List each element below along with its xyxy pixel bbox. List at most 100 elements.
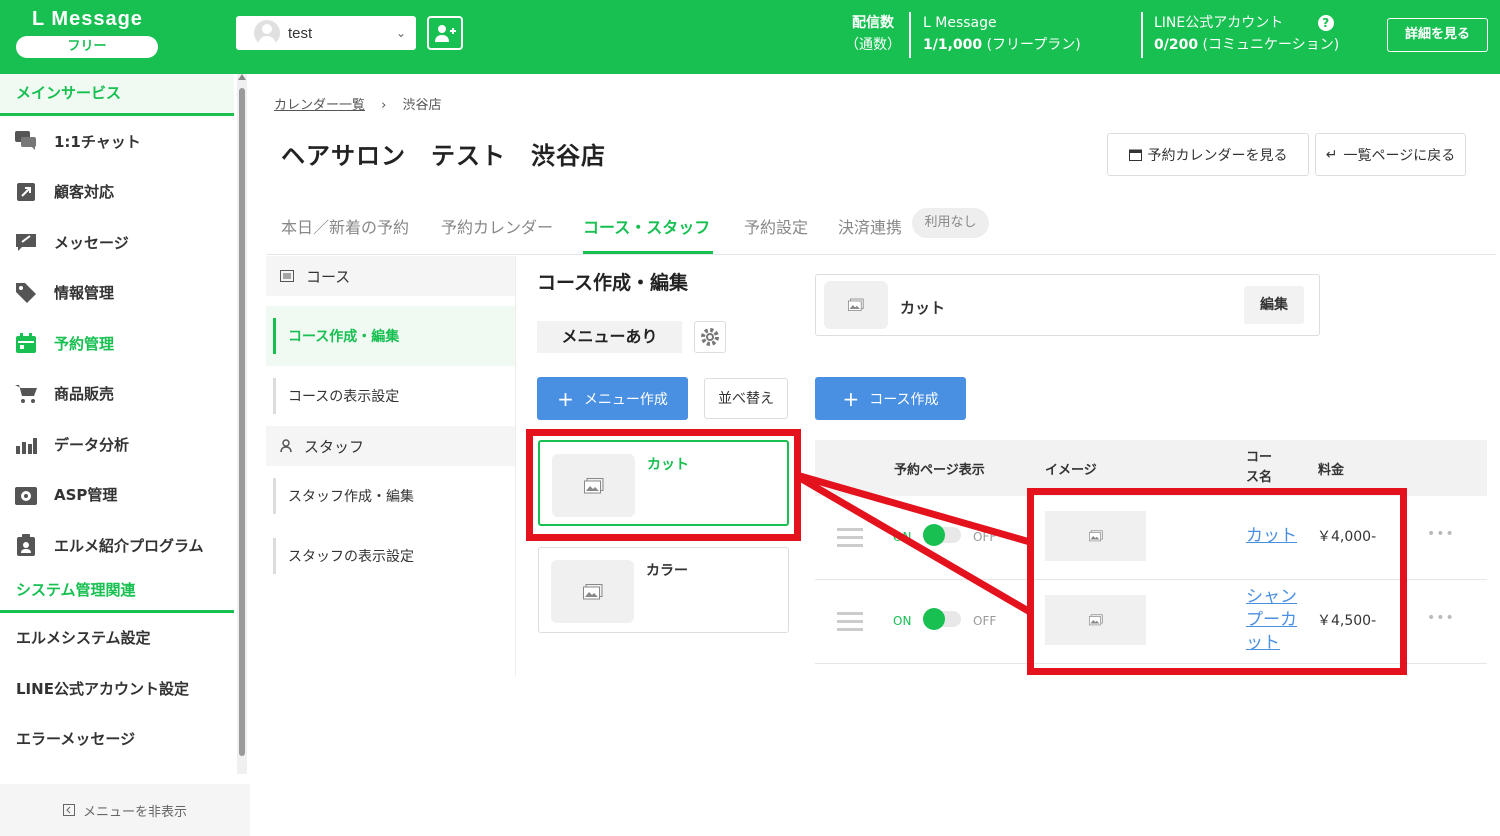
subnav-course-header: コース <box>266 256 515 296</box>
sidebar-item-label: 1:1チャット <box>54 132 141 151</box>
sidebar-item-label: 顧客対応 <box>54 183 115 202</box>
top-header: L Message フリー test ⌄ 配信数 （通数） L Message … <box>0 0 1500 74</box>
toggle-knob <box>923 524 945 546</box>
breadcrumb-link[interactable]: カレンダー一覧 <box>274 98 365 113</box>
breadcrumb-separator-icon: › <box>381 98 387 113</box>
account-name: test <box>288 24 313 42</box>
help-icon[interactable]: ? <box>1317 15 1334 31</box>
stat-label: LINE公式アカウント <box>1154 15 1284 31</box>
sidebar-item-label: 情報管理 <box>54 284 115 303</box>
hide-menu-label: メニューを非表示 <box>82 804 187 820</box>
create-menu-label: メニュー作成 <box>583 391 668 408</box>
sidebar-item-sales[interactable]: 商品販売 <box>0 369 234 420</box>
sidebar-item-message[interactable]: メッセージ <box>0 217 234 268</box>
subnav-course-edit[interactable]: コース作成・編集 <box>266 306 515 366</box>
view-calendar-button[interactable]: 予約カレンダーを見る <box>1107 133 1309 176</box>
avatar <box>254 20 280 46</box>
sidebar-item-info[interactable]: 情報管理 <box>0 268 234 319</box>
column-header: コース名 <box>1246 450 1273 485</box>
sidebar-item-label: 商品販売 <box>54 385 115 404</box>
more-options-icon[interactable]: ••• <box>1427 526 1455 542</box>
tab-settings[interactable]: 予約設定 <box>744 214 808 238</box>
stat-sub: （通数） <box>845 37 901 53</box>
collapse-icon <box>62 804 75 816</box>
visibility-toggle[interactable] <box>923 524 961 546</box>
selected-menu-header: カット 編集 <box>815 274 1320 336</box>
menu-settings-button[interactable] <box>694 321 726 353</box>
stat-value: 1/1,000 <box>923 37 983 53</box>
create-menu-button[interactable]: + メニュー作成 <box>537 377 688 420</box>
stat-value: 0/200 <box>1154 37 1199 53</box>
menu-mode-chip: メニューあり <box>537 321 682 353</box>
divider <box>909 12 911 58</box>
create-course-button[interactable]: + コース作成 <box>815 377 966 420</box>
sidebar-section-main: メインサービス <box>0 74 234 116</box>
sidebar-item-customer[interactable]: 顧客対応 <box>0 167 234 218</box>
back-to-list-label: 一覧ページに戻る <box>1343 147 1456 164</box>
scrollbar-thumb[interactable] <box>239 88 245 756</box>
asp-icon <box>14 483 38 507</box>
tab-course-staff[interactable]: コース・スタッフ <box>583 214 710 238</box>
subnav-staff-edit[interactable]: スタッフ作成・編集 <box>266 466 515 526</box>
sidebar-item-referral[interactable]: エルメ紹介プログラム <box>0 520 234 571</box>
list-icon <box>280 270 294 282</box>
section-title: コース作成・編集 <box>537 272 689 294</box>
sidebar-item-asp[interactable]: ASP管理 <box>0 470 234 521</box>
breadcrumb-current: 渋谷店 <box>402 98 442 113</box>
drag-handle-icon[interactable] <box>837 528 863 552</box>
details-button[interactable]: 詳細を見る <box>1387 18 1488 52</box>
sidebar-item-reservation[interactable]: 予約管理 <box>0 318 234 369</box>
sidebar-item-chat[interactable]: 1:1チャット <box>0 116 234 167</box>
subnav-staff-header: スタッフ <box>266 426 515 466</box>
send-count-stat: 配信数 （通数） <box>845 12 901 56</box>
sidebar-scrollbar[interactable] <box>237 74 247 774</box>
sidebar-item-line-settings[interactable]: LINE公式アカウント設定 <box>0 663 234 714</box>
back-to-list-button[interactable]: ↵ 一覧ページに戻る <box>1315 133 1466 176</box>
lmessage-stat: L Message 1/1,000 (フリープラン) <box>923 12 1081 56</box>
subnav-course-display[interactable]: コースの表示設定 <box>266 366 515 426</box>
edit-button[interactable]: 編集 <box>1244 286 1304 324</box>
chat-icon <box>14 129 38 153</box>
toggle-on-label: ON <box>893 614 912 628</box>
add-user-icon <box>435 25 456 42</box>
visibility-toggle[interactable] <box>923 608 961 630</box>
return-icon: ↵ <box>1325 146 1338 163</box>
tab-payment[interactable]: 決済連携 <box>838 214 902 238</box>
arrow-box-icon <box>14 180 38 204</box>
annotation-box-menu <box>526 429 801 541</box>
logo-text: L Message <box>32 8 143 30</box>
divider <box>1141 12 1143 58</box>
drag-handle-icon[interactable] <box>837 612 863 636</box>
selected-menu-name: カット <box>900 299 946 317</box>
tab-calendar[interactable]: 予約カレンダー <box>441 214 553 238</box>
sort-button[interactable]: 並べ替え <box>704 378 788 419</box>
person-icon <box>280 439 292 453</box>
hide-menu-button[interactable]: メニューを非表示 <box>0 784 250 836</box>
sidebar-item-label: エルメ紹介プログラム <box>54 536 204 555</box>
status-badge: 利用なし <box>912 208 989 238</box>
sidebar-item-error-messages[interactable]: エラーメッセージ <box>0 714 234 765</box>
gear-icon <box>701 328 719 346</box>
tag-icon <box>14 281 38 305</box>
tab-today[interactable]: 本日／新着の予約 <box>281 214 409 238</box>
add-user-button[interactable] <box>427 16 463 50</box>
logo[interactable]: L Message フリー <box>16 8 158 58</box>
stat-plan: (コミュニケーション) <box>1202 37 1340 53</box>
sidebar-item-system-settings[interactable]: エルメシステム設定 <box>0 613 234 664</box>
sidebar-item-label: データ分析 <box>54 435 130 454</box>
cart-icon <box>14 382 38 406</box>
menu-card[interactable]: カラー <box>538 547 789 633</box>
column-header: 料金 <box>1318 463 1345 478</box>
more-options-icon[interactable]: ••• <box>1427 610 1455 626</box>
sidebar-item-label: 予約管理 <box>54 334 115 353</box>
message-icon <box>14 230 38 254</box>
image-placeholder-icon <box>551 560 634 623</box>
subnav-staff-display[interactable]: スタッフの表示設定 <box>266 526 515 586</box>
create-course-label: コース作成 <box>869 391 939 408</box>
scroll-up-icon[interactable] <box>238 74 246 80</box>
sidebar-item-analytics[interactable]: データ分析 <box>0 419 234 470</box>
view-calendar-label: 予約カレンダーを見る <box>1147 147 1288 164</box>
sidebar-item-label: ASP管理 <box>54 486 118 505</box>
subnav-course-label: コース <box>306 267 351 286</box>
account-select[interactable]: test ⌄ <box>236 16 416 50</box>
